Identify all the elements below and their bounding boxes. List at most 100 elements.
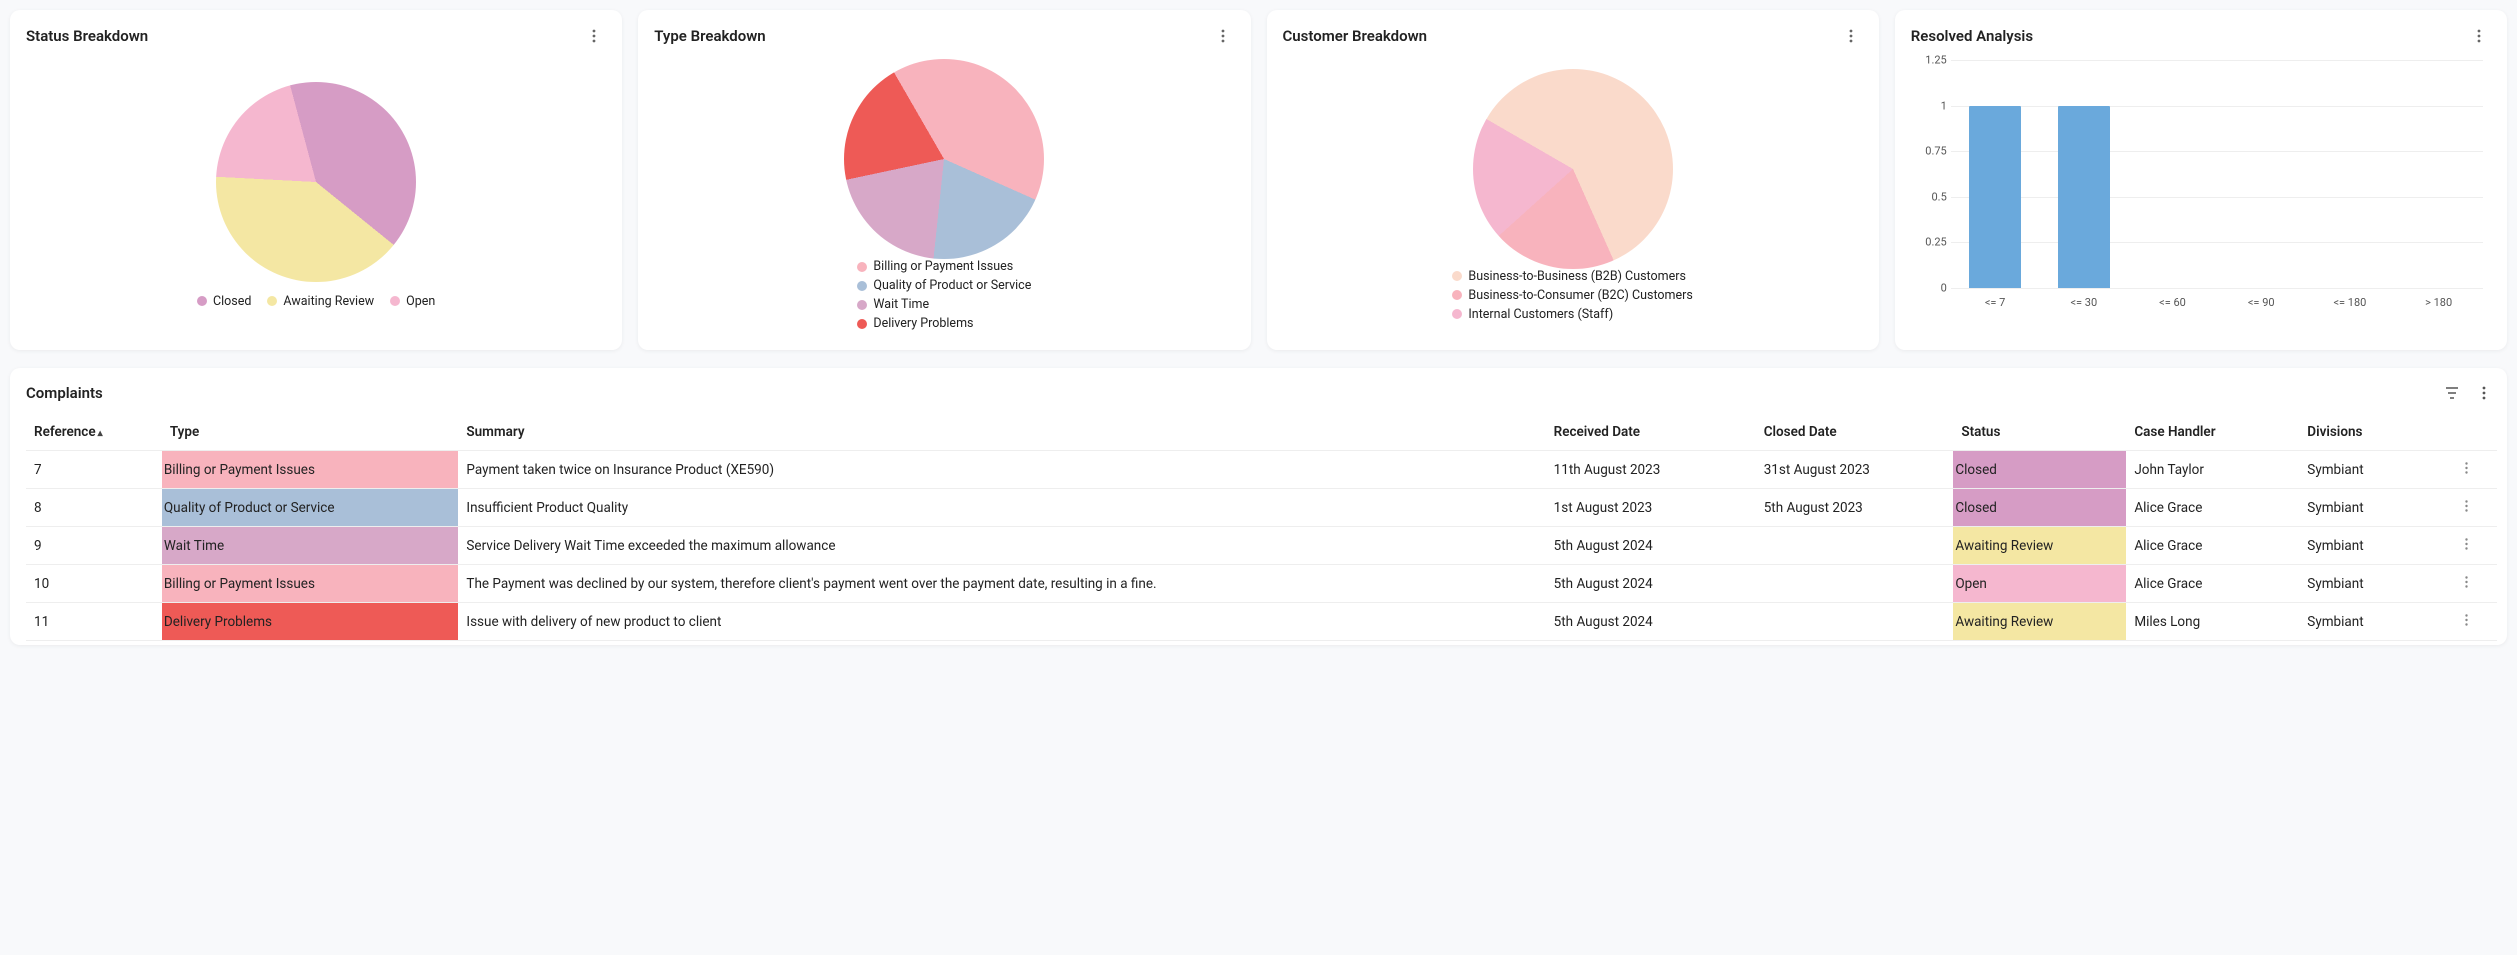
status-legend: Closed Awaiting Review Open [197,294,435,309]
legend-item: Wait Time [857,297,929,312]
cell-received: 5th August 2024 [1546,603,1756,641]
legend-label: Quality of Product or Service [873,278,1031,293]
complaints-table-card: Complaints Reference▴ Type Summary Recei… [10,368,2507,645]
cell-closed [1756,603,1954,641]
more-vertical-icon [2465,614,2468,626]
cell-handler: Alice Grace [2126,527,2299,565]
col-summary[interactable]: Summary [458,414,1545,451]
cell-type: Billing or Payment Issues [162,451,459,488]
type-legend: Billing or Payment Issues Quality of Prod… [857,259,1031,331]
legend-label: Wait Time [873,297,929,312]
row-more-button[interactable] [2465,538,2468,550]
row-more-button[interactable] [2465,462,2468,474]
col-closed[interactable]: Closed Date [1756,414,1954,451]
x-tick-label: <= 7 [1951,292,2040,316]
y-tick-label: 0.5 [1913,190,1947,203]
legend-item: Quality of Product or Service [857,278,1031,293]
legend-swatch [857,319,867,329]
resolved-analysis-card: Resolved Analysis 00.250.50.7511.25 <= 7… [1895,10,2507,350]
cell-summary: Issue with delivery of new product to cl… [458,603,1545,641]
legend-item: Open [390,294,435,309]
legend-swatch [1452,271,1462,281]
legend-item: Business-to-Consumer (B2C) Customers [1452,288,1692,303]
table-row[interactable]: 9Wait TimeService Delivery Wait Time exc… [26,527,2497,565]
cell-closed [1756,527,1954,565]
cell-division: Symbiant [2299,565,2435,603]
more-vertical-icon [2465,538,2468,550]
col-type[interactable]: Type [162,414,459,451]
bar [1969,106,2020,288]
cell-summary: Insufficient Product Quality [458,489,1545,527]
cell-status: Closed [1953,451,2126,488]
table-row[interactable]: 8Quality of Product or ServiceInsufficie… [26,489,2497,527]
table-row[interactable]: 11Delivery ProblemsIssue with delivery o… [26,603,2497,641]
more-vertical-icon [2477,29,2481,43]
cell-received: 11th August 2023 [1546,451,1756,489]
row-more-button[interactable] [2465,576,2468,588]
y-tick-label: 0.25 [1913,236,1947,249]
cell-reference: 9 [26,527,162,565]
customer-pie-chart [1473,69,1673,269]
legend-swatch [857,281,867,291]
legend-label: Business-to-Consumer (B2C) Customers [1468,288,1692,303]
legend-swatch [857,262,867,272]
cell-division: Symbiant [2299,603,2435,641]
more-button[interactable] [582,24,606,48]
legend-label: Closed [213,294,251,309]
row-more-button[interactable] [2465,614,2468,626]
legend-item: Delivery Problems [857,316,973,331]
cell-status: Awaiting Review [1953,603,2126,640]
legend-item: Closed [197,294,251,309]
cell-received: 5th August 2024 [1546,527,1756,565]
filter-button[interactable] [2439,380,2465,406]
more-vertical-icon [1221,29,1225,43]
more-button[interactable] [1211,24,1235,48]
cell-status: Open [1953,565,2126,602]
cell-received: 5th August 2024 [1546,565,1756,603]
cell-closed: 31st August 2023 [1756,451,1954,489]
cell-summary: The Payment was declined by our system, … [458,565,1545,603]
x-tick-label: <= 180 [2306,292,2395,316]
x-tick-label: <= 30 [2039,292,2128,316]
legend-label: Business-to-Business (B2B) Customers [1468,269,1686,284]
cell-type: Billing or Payment Issues [162,565,459,602]
legend-item: Business-to-Business (B2B) Customers [1452,269,1686,284]
cell-handler: Miles Long [2126,603,2299,641]
cell-handler: Alice Grace [2126,489,2299,527]
card-title: Customer Breakdown [1283,27,1428,45]
cell-summary: Service Delivery Wait Time exceeded the … [458,527,1545,565]
more-button[interactable] [2467,24,2491,48]
cell-closed: 5th August 2023 [1756,489,1954,527]
filter-icon [2444,385,2460,401]
row-more-button[interactable] [2465,500,2468,512]
more-vertical-icon [592,29,596,43]
col-received[interactable]: Received Date [1546,414,1756,451]
legend-label: Internal Customers (Staff) [1468,307,1613,322]
more-vertical-icon [1849,29,1853,43]
x-tick-label: <= 60 [2128,292,2217,316]
x-tick-label: <= 90 [2217,292,2306,316]
cell-handler: John Taylor [2126,451,2299,489]
cell-status: Awaiting Review [1953,527,2126,564]
legend-swatch [390,296,400,306]
cell-reference: 8 [26,489,162,527]
legend-label: Open [406,294,435,309]
cell-reference: 10 [26,565,162,603]
cell-type: Wait Time [162,527,459,564]
cell-received: 1st August 2023 [1546,489,1756,527]
more-button[interactable] [2471,380,2497,406]
col-divisions[interactable]: Divisions [2299,414,2435,451]
col-reference[interactable]: Reference▴ [26,414,162,451]
legend-swatch [267,296,277,306]
customer-breakdown-card: Customer Breakdown Business-to-Business … [1267,10,1879,350]
col-handler[interactable]: Case Handler [2126,414,2299,451]
status-pie-chart [216,82,416,282]
table-row[interactable]: 10Billing or Payment IssuesThe Payment w… [26,565,2497,603]
legend-label: Awaiting Review [283,294,374,309]
more-button[interactable] [1839,24,1863,48]
card-title: Type Breakdown [654,27,765,45]
legend-item: Billing or Payment Issues [857,259,1013,274]
more-vertical-icon [2482,386,2486,400]
table-row[interactable]: 7Billing or Payment IssuesPayment taken … [26,451,2497,489]
col-status[interactable]: Status [1953,414,2126,451]
